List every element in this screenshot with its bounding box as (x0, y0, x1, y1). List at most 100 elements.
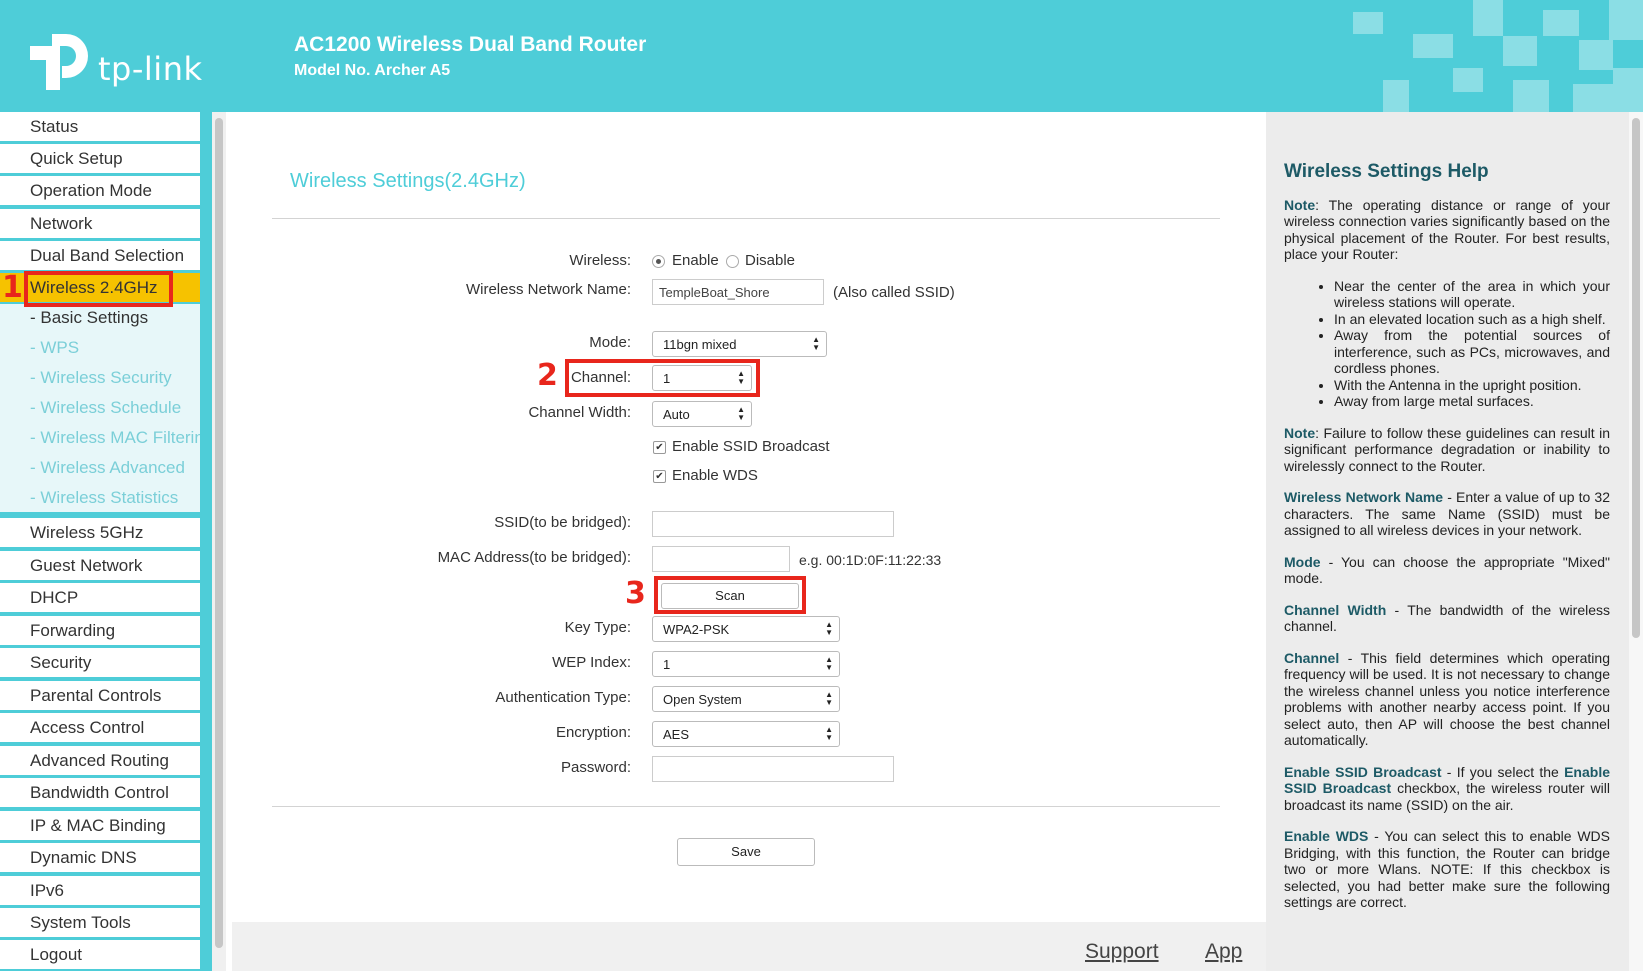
header-decoration (1353, 0, 1643, 112)
wep-index-label: WEP Index: (552, 654, 631, 671)
sidebar-subitem-basic-settings[interactable]: - Basic Settings (0, 304, 200, 332)
channel-select-value: 1 (663, 371, 671, 386)
save-button[interactable]: Save (677, 838, 815, 866)
select-arrows-icon: ▲ ▼ (737, 405, 745, 422)
sidebar-subitem-wireless-mac-filtering[interactable]: - Wireless MAC Filtering (0, 424, 200, 452)
help-channel-width: Channel Width - The bandwidth of the wir… (1284, 601, 1610, 635)
help-content: Wireless Settings Help Note: The operati… (1284, 161, 1610, 926)
mode-select-value: 11bgn mixed (663, 337, 737, 352)
sidebar-item-system-tools[interactable]: System Tools (0, 908, 200, 937)
divider-bottom (272, 806, 1220, 807)
sidebar-item-dhcp[interactable]: DHCP (0, 583, 200, 612)
encryption-label: Encryption: (555, 724, 631, 741)
key-type-select-value: WPA2-PSK (663, 622, 730, 637)
channel-select[interactable]: 1 ▲ ▼ (652, 365, 752, 391)
encryption-select-value: AES (663, 727, 690, 742)
ssid-label: Wireless Network Name: (465, 281, 631, 298)
annotation-step-3: 3 (625, 576, 646, 611)
bridged-mac-input[interactable] (652, 546, 790, 572)
ssid-broadcast-checkbox[interactable]: ✔ (653, 441, 666, 454)
help-bullet: Away from large metal surfaces. (1334, 393, 1610, 410)
sidebar-item-network[interactable]: Network (0, 209, 200, 238)
wireless-label: Wireless: (569, 252, 631, 269)
mode-select[interactable]: 11bgn mixed ▲ ▼ (652, 331, 827, 357)
help-wds: Enable WDS - You can select this to enab… (1284, 828, 1610, 910)
help-bullet: Near the center of the area in which you… (1334, 278, 1610, 311)
password-input[interactable] (652, 756, 894, 782)
sidebar-item-forwarding[interactable]: Forwarding (0, 616, 200, 645)
help-bullet: With the Antenna in the upright position… (1334, 377, 1610, 394)
sidebar-item-advanced-routing[interactable]: Advanced Routing (0, 746, 200, 775)
sidebar-item-status[interactable]: Status (0, 112, 200, 141)
annotation-step-1: 1 (2, 270, 23, 305)
help-mode: Mode - You can choose the appropriate "M… (1284, 553, 1610, 587)
sidebar-subitem-wireless-security[interactable]: - Wireless Security (0, 364, 200, 392)
bridged-ssid-label: SSID(to be bridged): (494, 514, 631, 531)
app-link[interactable]: App (1205, 940, 1242, 964)
sidebar-scrollbar-thumb[interactable] (215, 118, 223, 948)
sidebar-item-guest-network[interactable]: Guest Network (0, 551, 200, 580)
help-bullet: In an elevated location such as a high s… (1334, 311, 1610, 328)
sidebar-subitem-wps[interactable]: - WPS (0, 334, 200, 362)
annotation-box-1 (24, 271, 173, 307)
scan-button[interactable]: Scan (661, 583, 799, 609)
wds-checkbox[interactable]: ✔ (653, 470, 666, 483)
help-channel: Channel - This field determines which op… (1284, 649, 1610, 749)
help-scrollbar-thumb[interactable] (1632, 118, 1640, 638)
ssid-note: (Also called SSID) (833, 284, 955, 301)
wireless-disable-label[interactable]: Disable (745, 252, 795, 269)
sidebar-item-logout[interactable]: Logout (0, 940, 200, 969)
password-label: Password: (560, 759, 631, 776)
channel-width-select[interactable]: Auto ▲ ▼ (652, 401, 752, 427)
support-link[interactable]: Support (1085, 940, 1159, 964)
help-wireless-network-name: Wireless Network Name - Enter a value of… (1284, 489, 1610, 538)
sidebar-subitem-wireless-statistics[interactable]: - Wireless Statistics (0, 484, 200, 512)
wep-index-select-value: 1 (663, 657, 671, 672)
help-note-1: Note: The operating distance or range of… (1284, 196, 1610, 263)
auth-type-label: Authentication Type: (495, 689, 631, 706)
sidebar-item-ipv6[interactable]: IPv6 (0, 876, 200, 905)
router-model: Model No. Archer A5 (294, 62, 451, 79)
wds-label[interactable]: Enable WDS (672, 467, 758, 484)
help-note-2: Note: Failure to follow these guidelines… (1284, 424, 1610, 474)
select-arrows-icon: ▲ ▼ (825, 655, 833, 672)
channel-width-label: Channel Width: (528, 404, 631, 421)
sidebar-item-wireless-5ghz[interactable]: Wireless 5GHz (0, 518, 200, 547)
sidebar-item-operation-mode[interactable]: Operation Mode (0, 176, 200, 205)
sidebar-item-parental-controls[interactable]: Parental Controls (0, 681, 200, 710)
select-arrows-icon: ▲ ▼ (825, 725, 833, 742)
wireless-disable-radio[interactable] (726, 255, 739, 268)
help-placement-list: Near the center of the area in which you… (1284, 278, 1610, 410)
header: tp-link AC1200 Wireless Dual Band Router… (0, 0, 1643, 112)
key-type-select[interactable]: WPA2-PSK ▲ ▼ (652, 616, 840, 642)
help-title: Wireless Settings Help (1284, 161, 1489, 182)
channel-label: Channel: (570, 369, 631, 386)
help-ssid-broadcast: Enable SSID Broadcast - If you select th… (1284, 763, 1610, 813)
auth-type-select[interactable]: Open System ▲ ▼ (652, 686, 840, 712)
ssid-broadcast-label[interactable]: Enable SSID Broadcast (672, 438, 830, 455)
wep-index-select[interactable]: 1 ▲ ▼ (652, 651, 840, 677)
logo-text: tp-link (98, 50, 203, 88)
sidebar-item-bandwidth-control[interactable]: Bandwidth Control (0, 778, 200, 807)
wireless-enable-label[interactable]: Enable (672, 252, 719, 269)
sidebar-item-dynamic-dns[interactable]: Dynamic DNS (0, 843, 200, 872)
bridged-ssid-input[interactable] (652, 511, 894, 537)
wireless-enable-radio[interactable] (652, 255, 665, 268)
help-panel: Wireless Settings Help Note: The operati… (1266, 112, 1629, 971)
page-title: Wireless Settings(2.4GHz) (290, 170, 526, 192)
sidebar-item-dual-band-selection[interactable]: Dual Band Selection (0, 241, 200, 270)
mode-label: Mode: (589, 334, 631, 351)
sidebar-item-access-control[interactable]: Access Control (0, 713, 200, 742)
key-type-label: Key Type: (564, 619, 631, 636)
mac-example: e.g. 00:1D:0F:11:22:33 (799, 552, 942, 568)
ssid-input[interactable]: TempleBoat_Shore (652, 279, 824, 305)
sidebar-item-security[interactable]: Security (0, 648, 200, 677)
sidebar-item-ip-mac-binding[interactable]: IP & MAC Binding (0, 811, 200, 840)
auth-type-select-value: Open System (663, 692, 742, 707)
annotation-step-2: 2 (537, 358, 558, 393)
sidebar-item-quick-setup[interactable]: Quick Setup (0, 144, 200, 173)
sidebar-subitem-wireless-schedule[interactable]: - Wireless Schedule (0, 394, 200, 422)
channel-width-select-value: Auto (663, 407, 690, 422)
encryption-select[interactable]: AES ▲ ▼ (652, 721, 840, 747)
sidebar-subitem-wireless-advanced[interactable]: - Wireless Advanced (0, 454, 200, 482)
